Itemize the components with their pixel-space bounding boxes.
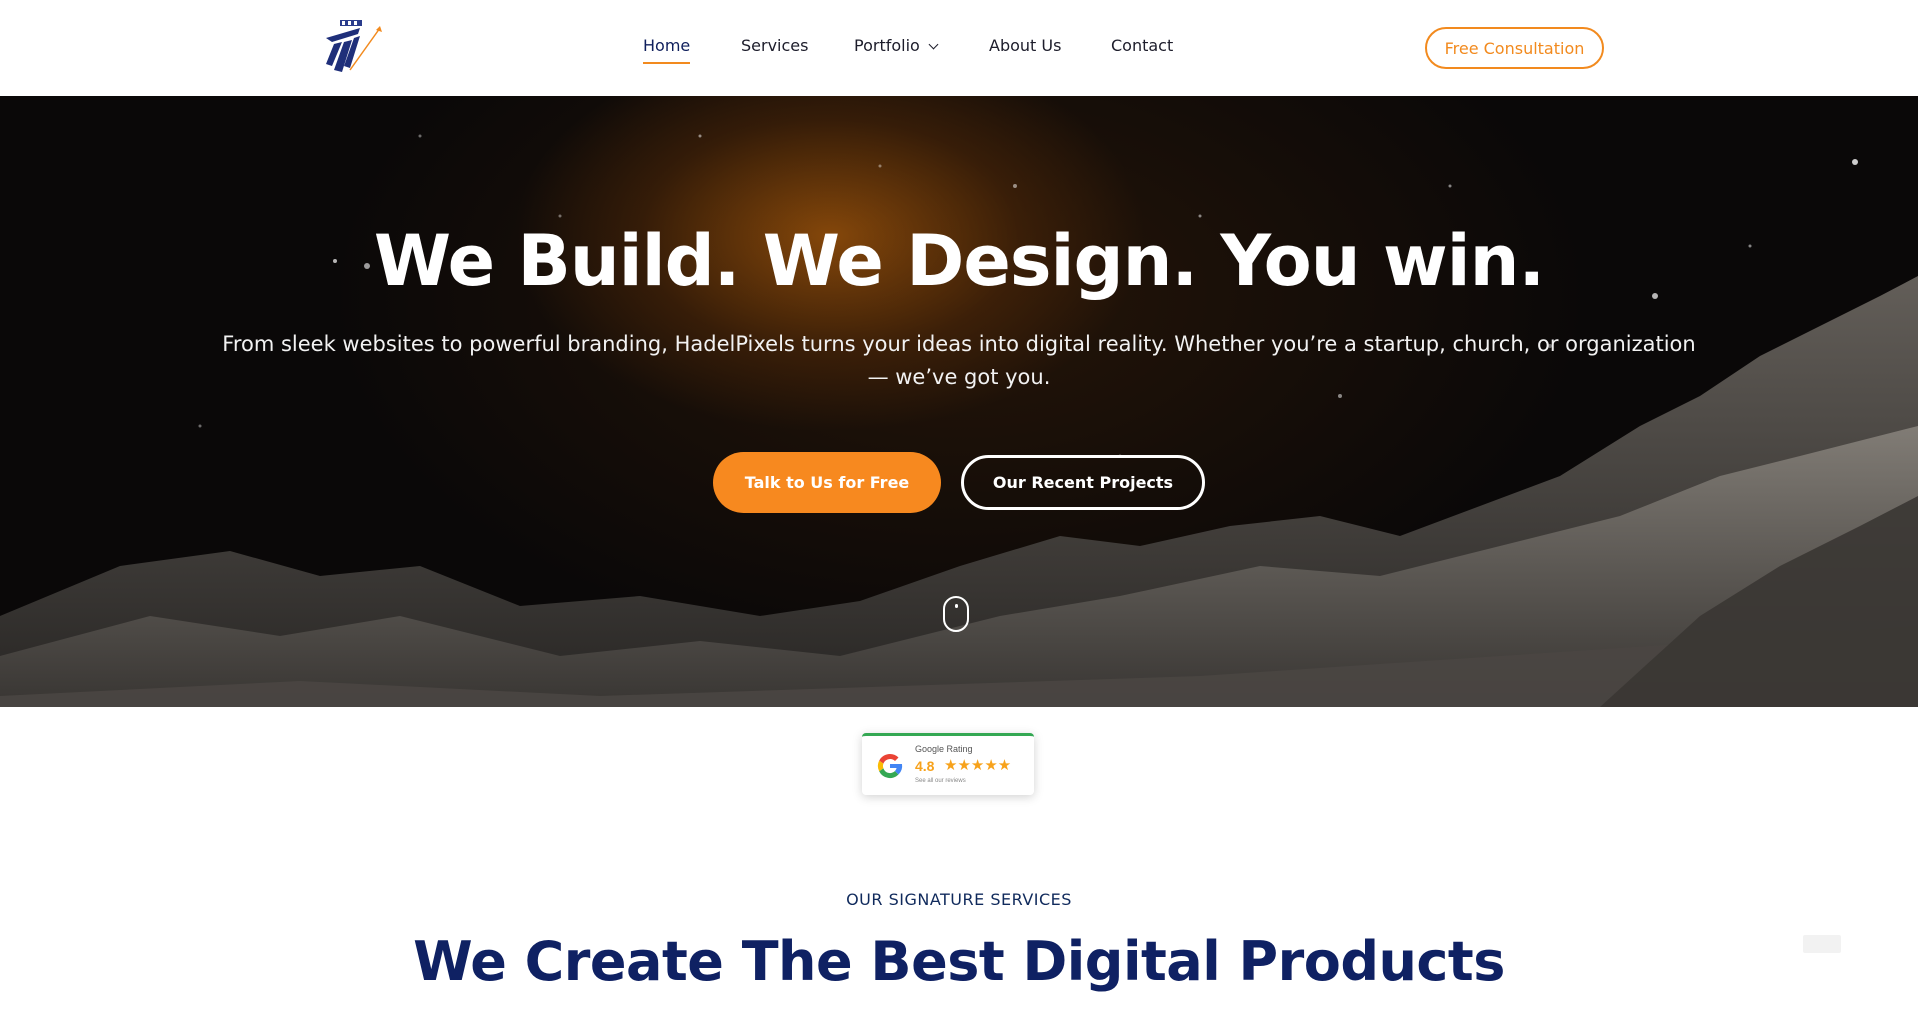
nav-home[interactable]: Home (643, 36, 691, 64)
services-title: We Create The Best Digital Products (413, 930, 1505, 993)
hero-section: We Build. We Design. You win. From sleek… (0, 96, 1918, 707)
nav-portfolio[interactable]: Portfolio (854, 36, 939, 55)
nav-services[interactable]: Services (741, 36, 808, 55)
google-icon (877, 753, 903, 779)
recent-projects-button[interactable]: Our Recent Projects (961, 455, 1205, 510)
nav-about-us[interactable]: About Us (989, 36, 1061, 55)
hero-title: We Build. We Design. You win. (373, 220, 1545, 302)
mouse-scroll-icon[interactable] (943, 596, 969, 632)
rating-label: Google Rating (915, 744, 973, 754)
nav-contact[interactable]: Contact (1111, 36, 1173, 55)
see-reviews-link[interactable]: See all our reviews (915, 778, 966, 784)
floating-side-tab[interactable] (1803, 935, 1841, 953)
services-eyebrow: OUR SIGNATURE SERVICES (846, 890, 1072, 909)
nav-portfolio-label: Portfolio (854, 36, 920, 55)
google-rating-badge[interactable]: Google Rating 4.8 ★★★★★ See all our revi… (862, 733, 1034, 795)
main-nav: Home Services Portfolio About Us Contact (0, 36, 1918, 64)
rating-score: 4.8 (915, 758, 935, 774)
rating-stars: ★★★★★ (944, 756, 1012, 774)
free-consultation-button[interactable]: Free Consultation (1425, 27, 1604, 69)
hero-subtitle: From sleek websites to powerful branding… (222, 332, 1696, 389)
chevron-down-icon (928, 39, 939, 50)
site-header: Home Services Portfolio About Us Contact… (0, 0, 1918, 96)
talk-to-us-button[interactable]: Talk to Us for Free (713, 452, 941, 513)
